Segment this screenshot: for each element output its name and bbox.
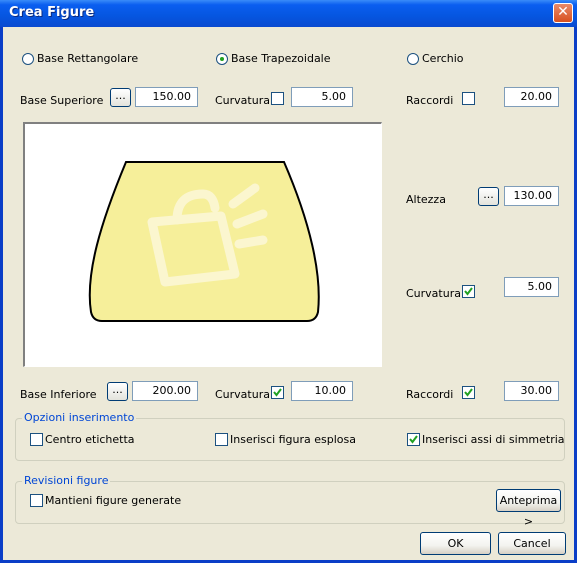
mantieni-figure-label: Mantieni figure generate [45,494,182,507]
cancel-button[interactable]: Cancel [498,532,566,555]
check-icon [273,388,282,397]
opzioni-inserimento-title: Opzioni inserimento [22,411,137,424]
title-bar[interactable]: Crea Figure ✕ [0,0,577,27]
crea-figure-dialog: Crea Figure ✕ Base Rettangolare Base Tra… [0,0,577,563]
base-superiore-browse-button[interactable]: ... [110,88,131,107]
altezza-label: Altezza [406,193,446,206]
window-title: Crea Figure [9,5,95,20]
radio-label-base-rettangolare: Base Rettangolare [37,52,139,65]
inserisci-assi-simmetria-checkbox[interactable] [407,433,420,446]
curvatura-right-field[interactable]: 5.00 [504,277,559,297]
opzioni-inserimento-group: Opzioni inserimento Centro etichetta Ins… [15,411,565,461]
altezza-browse-button[interactable]: ... [478,187,499,206]
radio-base-trapezoidale[interactable] [216,53,228,65]
raccordi-bottom-checkbox[interactable] [462,386,475,399]
raccordi-top-label: Raccordi [406,94,454,107]
check-icon [409,435,418,444]
check-icon [464,287,473,296]
curvatura-bottom-checkbox[interactable] [271,386,284,399]
revisioni-figure-group: Revisioni figure Mantieni figure generat… [15,474,565,528]
base-superiore-field[interactable]: 150.00 [135,87,198,107]
base-inferiore-browse-button[interactable]: ... [107,382,128,401]
base-inferiore-field[interactable]: 200.00 [132,381,198,401]
inserisci-figura-esplosa-label: Inserisci figura esplosa [230,433,357,446]
base-superiore-label: Base Superiore [20,94,104,107]
radio-cerchio[interactable] [407,53,419,65]
altezza-field[interactable]: 130.00 [504,186,559,206]
raccordi-bottom-field[interactable]: 30.00 [504,381,559,401]
close-icon[interactable]: ✕ [553,3,573,23]
curvatura-top-label: Curvatura [215,94,270,107]
raccordi-top-field[interactable]: 20.00 [504,87,559,107]
base-inferiore-label: Base Inferiore [20,388,97,401]
radio-label-base-trapezoidale: Base Trapezoidale [231,52,331,65]
centro-etichetta-label: Centro etichetta [45,433,135,446]
ok-button[interactable]: OK [420,532,491,555]
curvatura-bottom-field[interactable]: 10.00 [291,381,353,401]
trapezoid-shape-preview [88,161,320,322]
check-icon [464,388,473,397]
radio-base-rettangolare[interactable] [22,53,34,65]
inserisci-figura-esplosa-checkbox[interactable] [215,433,228,446]
anteprima-button[interactable]: Anteprima > [496,489,561,528]
centro-etichetta-checkbox[interactable] [30,433,43,446]
raccordi-bottom-label: Raccordi [406,388,454,401]
radio-label-cerchio: Cerchio [422,52,464,65]
inserisci-assi-simmetria-label: Inserisci assi di simmetria [422,433,565,446]
curvatura-right-label: Curvatura [406,287,461,300]
mantieni-figure-checkbox[interactable] [30,494,43,507]
raccordi-top-checkbox[interactable] [462,92,475,105]
curvatura-bottom-label: Curvatura [215,388,270,401]
curvatura-right-checkbox[interactable] [462,285,475,298]
curvatura-top-checkbox[interactable] [271,92,284,105]
revisioni-figure-title: Revisioni figure [22,474,111,487]
curvatura-top-field[interactable]: 5.00 [291,87,353,107]
shape-preview [23,122,382,367]
